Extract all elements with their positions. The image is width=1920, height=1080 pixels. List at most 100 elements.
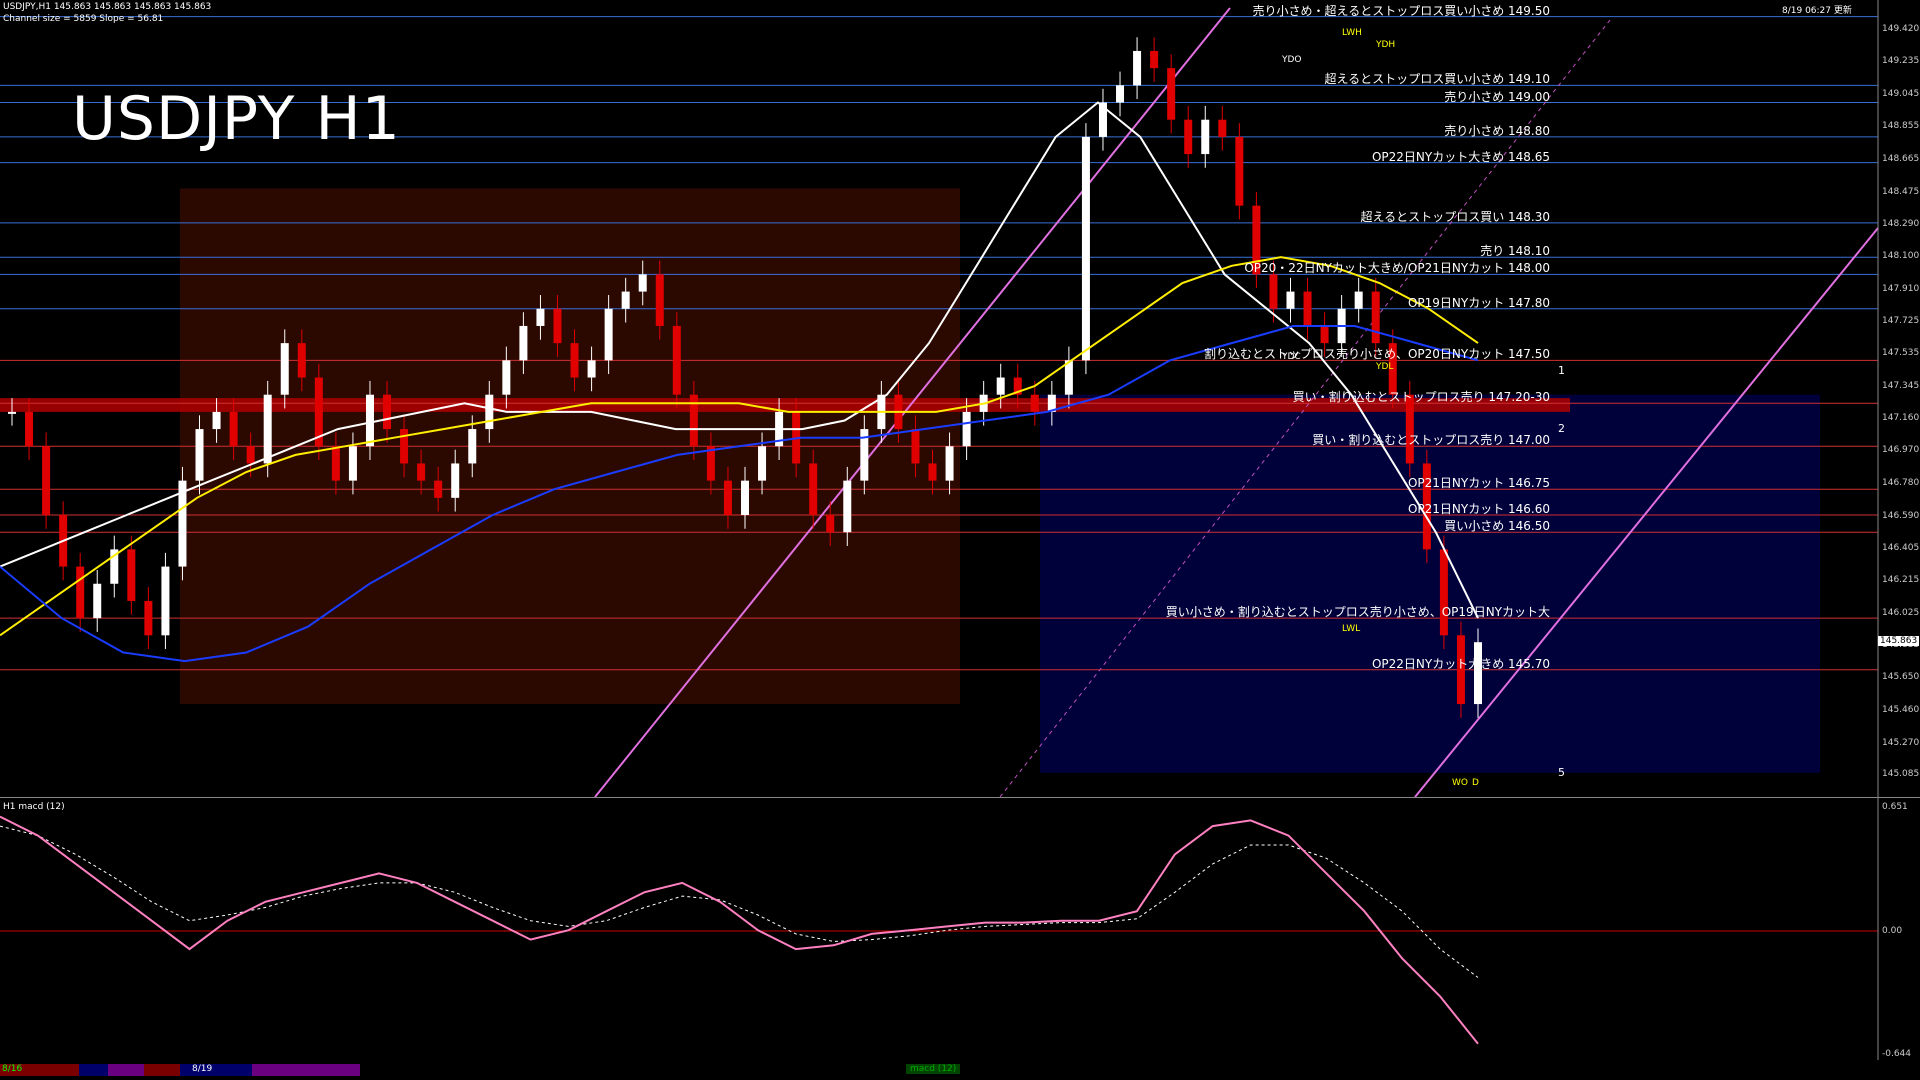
date-bar: 8/16 8/19 macd (12) [0, 1060, 1920, 1080]
price-level-label: OP22日NYカット大きめ 148.65 [1371, 149, 1550, 164]
candle-body [161, 566, 170, 636]
candle-body [1116, 85, 1125, 103]
price-axis-tick: 146.025 [1882, 607, 1920, 618]
price-level-label: 超えるとストップロス買い 148.30 [1360, 209, 1550, 224]
price-axis-tick: 148.475 [1882, 186, 1920, 197]
candle-body [1303, 291, 1312, 326]
candle-body [1133, 50, 1142, 86]
price-level-label: 割り込むとストップロス売り小さめ、OP20日NYカット 147.50 [1203, 347, 1550, 362]
candle-body [1269, 274, 1278, 309]
candle-body [945, 446, 954, 481]
candle-body [1081, 136, 1090, 361]
marker-ydl: YDL [1376, 362, 1394, 372]
price-level-label: 買い・割り込むとストップロス売り 147.00 [1312, 433, 1550, 448]
price-axis-tick: 148.855 [1882, 121, 1920, 132]
macd-panel [0, 797, 1920, 1060]
candle-body [434, 480, 443, 498]
candle-body [587, 360, 596, 378]
price-level-label: OP21日NYカット 146.60 [1407, 502, 1550, 516]
macd-title: H1 macd (12) [3, 802, 65, 812]
candle-body [144, 600, 153, 636]
candle-body [229, 411, 238, 447]
price-level-label: 買い小さめ・割り込むとストップロス売り小さめ、OP19日NYカット大 [1165, 605, 1550, 620]
price-axis-tick: 149.420 [1882, 24, 1920, 35]
candle-body [365, 394, 374, 447]
candle-body [519, 325, 528, 361]
candle-body [962, 411, 971, 447]
price-axis-tick: 146.215 [1882, 575, 1920, 586]
price-axis-tick: 146.970 [1882, 445, 1920, 456]
candle-body [655, 274, 664, 326]
price-axis-tick: 147.910 [1882, 283, 1920, 294]
price-axis-tick: 148.100 [1882, 251, 1920, 262]
price-level-label: 売り 148.10 [1480, 244, 1550, 259]
candle-body [1218, 119, 1227, 137]
marker-wo: WO [1452, 778, 1468, 788]
candle-body [76, 566, 85, 619]
price-level-label: OP22日NYカット大きめ 145.70 [1371, 656, 1550, 671]
candle-body [1030, 394, 1039, 412]
macd-tag[interactable]: macd (12) [906, 1064, 961, 1074]
price-axis-tick: 148.290 [1882, 218, 1920, 229]
candle-body [502, 360, 511, 395]
candle-body [1371, 291, 1380, 344]
price-axis-tick: 149.045 [1882, 88, 1920, 99]
ichimoku-cloud-blue [1040, 394, 1820, 773]
marker-lwl: LWL [1342, 624, 1361, 634]
price-axis-tick: 145.085 [1882, 769, 1920, 780]
candle-body [400, 429, 409, 464]
candle-body [1439, 549, 1448, 636]
candle-body [672, 325, 681, 395]
candle-body [297, 343, 306, 378]
candle-body [536, 308, 545, 326]
marker-1: 1 [1558, 364, 1565, 377]
candle-body [1320, 325, 1329, 344]
candle-body [331, 446, 340, 481]
date-left: 8/16 [2, 1064, 23, 1074]
candle-body [195, 429, 204, 481]
price-level-label: OP21日NYカット 146.75 [1407, 476, 1550, 491]
candle-body [42, 446, 51, 516]
marker-lwh: LWH [1342, 28, 1362, 38]
candle-body [127, 549, 136, 601]
price-level-label: 売り小さめ 148.80 [1444, 123, 1550, 138]
price-axis-tick: 146.780 [1882, 478, 1920, 489]
chart-big-title: USDJPY H1 [72, 84, 401, 154]
macd-axis-bottom: -0.644 [1882, 1049, 1912, 1059]
marker-d: D [1472, 778, 1479, 788]
candle-body [638, 274, 647, 292]
candle-body [843, 480, 852, 533]
price-axis-tick: 145.270 [1882, 737, 1920, 748]
price-axis-tick: 146.405 [1882, 542, 1920, 553]
price-axis-tick: 145.650 [1882, 672, 1920, 683]
price-axis-tick: 149.235 [1882, 56, 1920, 67]
price-axis-tick: 148.665 [1882, 154, 1920, 165]
candle-body [25, 411, 34, 447]
candle-body [1354, 291, 1363, 309]
candle-body [911, 429, 920, 464]
candle-body [93, 583, 102, 619]
candle-body [1150, 50, 1159, 69]
candle-body [246, 446, 255, 464]
marker-ydh: YDH [1376, 40, 1396, 50]
price-level-label: OP19日NYカット 147.80 [1407, 295, 1550, 310]
price-axis-tick: 145.460 [1882, 704, 1920, 715]
candle-body [604, 308, 613, 361]
candle-body [1286, 291, 1295, 309]
price-axis-tick: 147.160 [1882, 412, 1920, 423]
price-level-label: 超えるとストップロス買い小さめ 149.10 [1324, 72, 1550, 87]
candle-body [383, 394, 392, 430]
candle-body [1064, 360, 1073, 395]
candle-body [417, 463, 426, 481]
marker-ydo: YDO [1282, 55, 1302, 65]
candle-body [996, 377, 1005, 395]
channel-info: Channel size = 5859 Slope = 56.81 [3, 14, 164, 24]
date-mid: 8/19 [192, 1064, 213, 1074]
price-axis-tick: 147.345 [1882, 380, 1920, 391]
candle-body [723, 480, 732, 516]
price-axis-tick: 147.725 [1882, 315, 1920, 326]
candle-body [263, 394, 272, 464]
macd-axis-zero: 0.00 [1882, 926, 1903, 936]
candle-body [451, 463, 460, 498]
candle-body [809, 463, 818, 516]
